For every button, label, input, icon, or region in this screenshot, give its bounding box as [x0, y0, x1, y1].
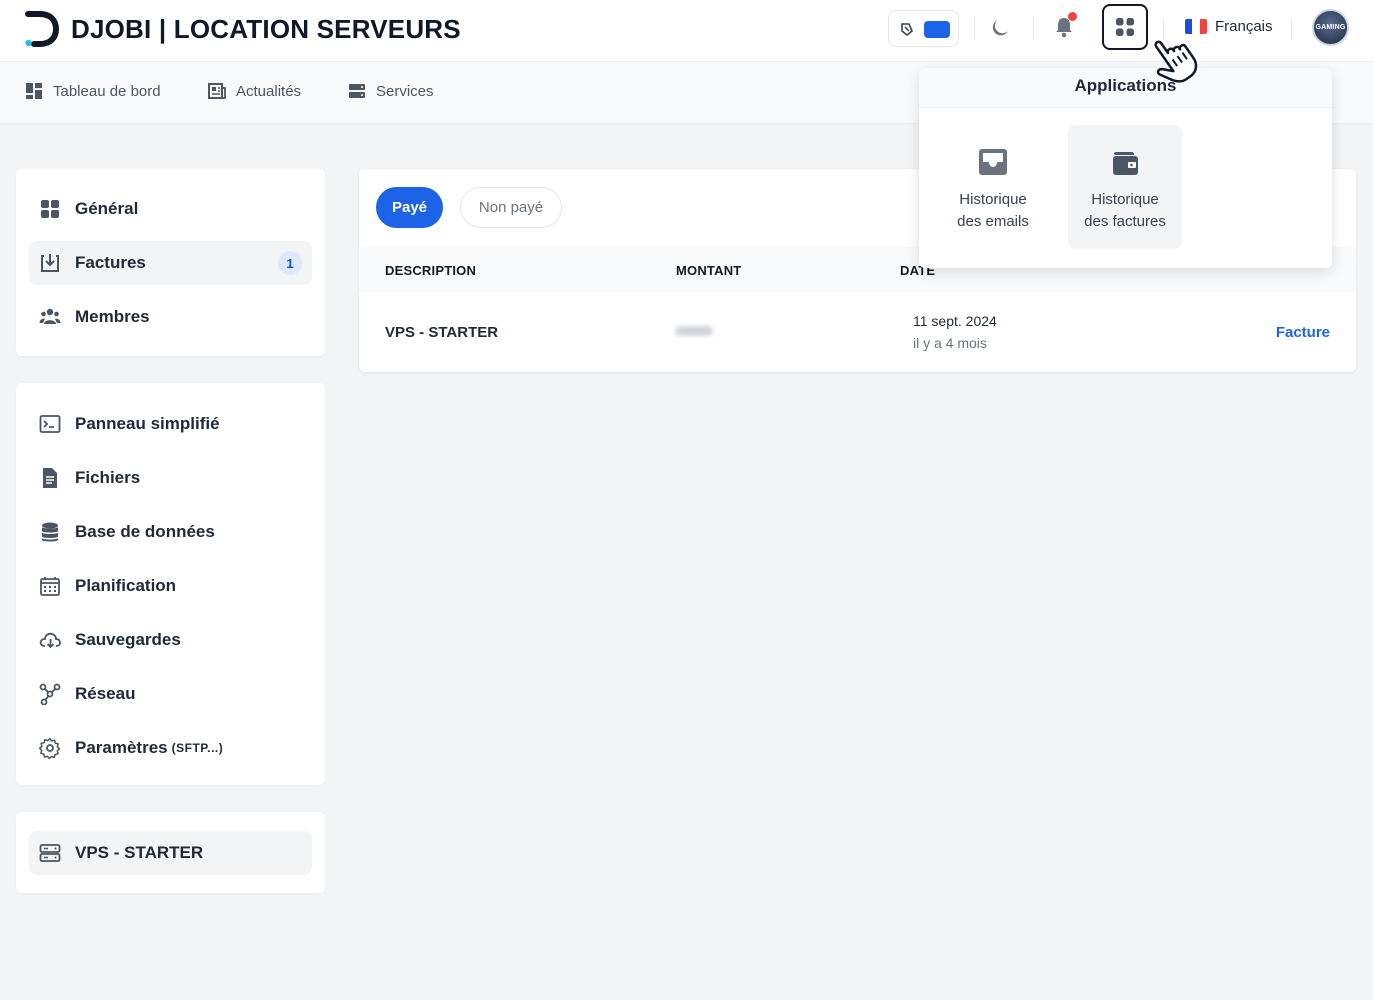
sidebar-item-label: Paramètres [75, 738, 168, 757]
sidebar-item-sauvegardes[interactable]: Sauvegardes [29, 618, 312, 662]
filter-unpaid-button[interactable]: Non payé [460, 187, 562, 228]
dark-mode-toggle[interactable] [989, 14, 1015, 40]
sidebar-item-factures[interactable]: Factures 1 [29, 241, 312, 285]
sidebar-item-vps-starter[interactable]: VPS - STARTER [29, 831, 312, 875]
sidebar-item-label: Factures [75, 253, 146, 272]
network-icon [39, 683, 61, 705]
app-label-line2: des emails [957, 213, 1029, 230]
invoice-description: VPS - STARTER [385, 324, 499, 341]
notification-dot [1068, 12, 1077, 21]
nav-tableau-de-bord[interactable]: Tableau de bord [25, 82, 161, 100]
nav-actualites[interactable]: Actualités [208, 82, 301, 100]
theme-switcher[interactable] [888, 10, 959, 47]
sidebar-item-label: Sauvegardes [75, 630, 181, 649]
calendar-icon [40, 577, 60, 596]
file-icon [43, 468, 57, 488]
cloud-backup-icon [39, 632, 61, 649]
accent-color-swatch[interactable] [924, 21, 950, 38]
hand-pointer-cursor-icon [1154, 40, 1198, 83]
sidebar-item-base-de-donnees[interactable]: Base de données [29, 510, 312, 554]
sidebar-group-server-tools: Panneau simplifié Fichiers Base de donné… [16, 383, 325, 785]
applications-button[interactable] [1102, 4, 1148, 50]
nav-services[interactable]: Services [348, 82, 434, 100]
sidebar-group-server: VPS - STARTER [16, 812, 325, 893]
invoice-amount-blurred [675, 326, 713, 336]
moon-icon [992, 20, 1008, 36]
inbox-icon [979, 149, 1007, 175]
divider [1291, 18, 1292, 40]
sidebar-item-label: Général [75, 199, 139, 218]
grid-icon [41, 200, 59, 218]
nav-label: Actualités [236, 82, 302, 100]
app-label-line1: Historique [1091, 191, 1159, 208]
database-icon [42, 522, 58, 542]
invoice-relative-date: il y a 4 mois [913, 335, 987, 351]
user-avatar[interactable]: GAMING [1312, 9, 1349, 46]
sidebar-item-label: Panneau simplifié [75, 414, 220, 433]
terminal-icon [39, 415, 61, 433]
newspaper-icon [208, 83, 226, 99]
sidebar-item-planification[interactable]: Planification [29, 564, 312, 608]
sidebar-item-panneau-simplifie[interactable]: Panneau simplifié [29, 402, 312, 446]
notifications-button[interactable] [1051, 12, 1077, 40]
paint-bucket-icon [901, 23, 913, 37]
sidebar-item-label: Membres [75, 307, 150, 326]
applications-dropdown: Applications Historique des emails Histo… [919, 68, 1332, 268]
sidebar-item-label: Réseau [75, 684, 136, 703]
app-label-line1: Historique [959, 191, 1027, 208]
server-icon [39, 844, 61, 862]
sidebar-item-parametres[interactable]: Paramètres (SFTP...) [29, 726, 312, 770]
brand-logo-icon[interactable] [22, 10, 60, 48]
dropdown-title: Applications [919, 68, 1332, 108]
count-badge: 1 [278, 251, 302, 275]
nav-label: Services [376, 82, 434, 100]
avatar-text: GAMING [1315, 24, 1346, 31]
nav-label: Tableau de bord [53, 82, 161, 100]
app-historique-emails[interactable]: Historique des emails [936, 125, 1050, 249]
language-label: Français [1215, 18, 1273, 35]
users-icon [39, 308, 61, 324]
app-label-line2: des factures [1084, 213, 1166, 230]
sidebar-item-label: Base de données [75, 522, 215, 541]
sidebar-item-reseau[interactable]: Réseau [29, 672, 312, 716]
sidebar-item-suffix: (SFTP...) [171, 741, 224, 755]
gear-icon [39, 737, 61, 759]
sidebar-item-label: Planification [75, 576, 177, 595]
invoice-link[interactable]: Facture [1276, 324, 1330, 341]
app-historique-factures[interactable]: Historique des factures [1068, 125, 1182, 249]
sidebar-group-general: Général Factures 1 Membres [16, 169, 325, 356]
sidebar-item-general[interactable]: Général [29, 187, 312, 231]
column-description: DESCRIPTION [385, 263, 477, 278]
dashboard-icon [26, 83, 42, 99]
sidebar-item-label: Fichiers [75, 468, 141, 487]
sidebar-item-label: VPS - STARTER [75, 843, 204, 862]
wallet-icon [1113, 152, 1138, 175]
filter-paid-button[interactable]: Payé [376, 187, 443, 228]
divider [1033, 18, 1034, 40]
server-icon [349, 84, 365, 98]
sidebar-item-fichiers[interactable]: Fichiers [29, 456, 312, 500]
apps-grid-icon [1116, 18, 1134, 36]
brand-title: DJOBI | LOCATION SERVEURS [71, 14, 461, 44]
invoice-date: 11 sept. 2024 [913, 313, 997, 329]
column-amount: MONTANT [676, 263, 742, 278]
sidebar-item-membres[interactable]: Membres [29, 295, 312, 339]
invoice-download-icon [41, 254, 59, 272]
divider [974, 18, 975, 40]
